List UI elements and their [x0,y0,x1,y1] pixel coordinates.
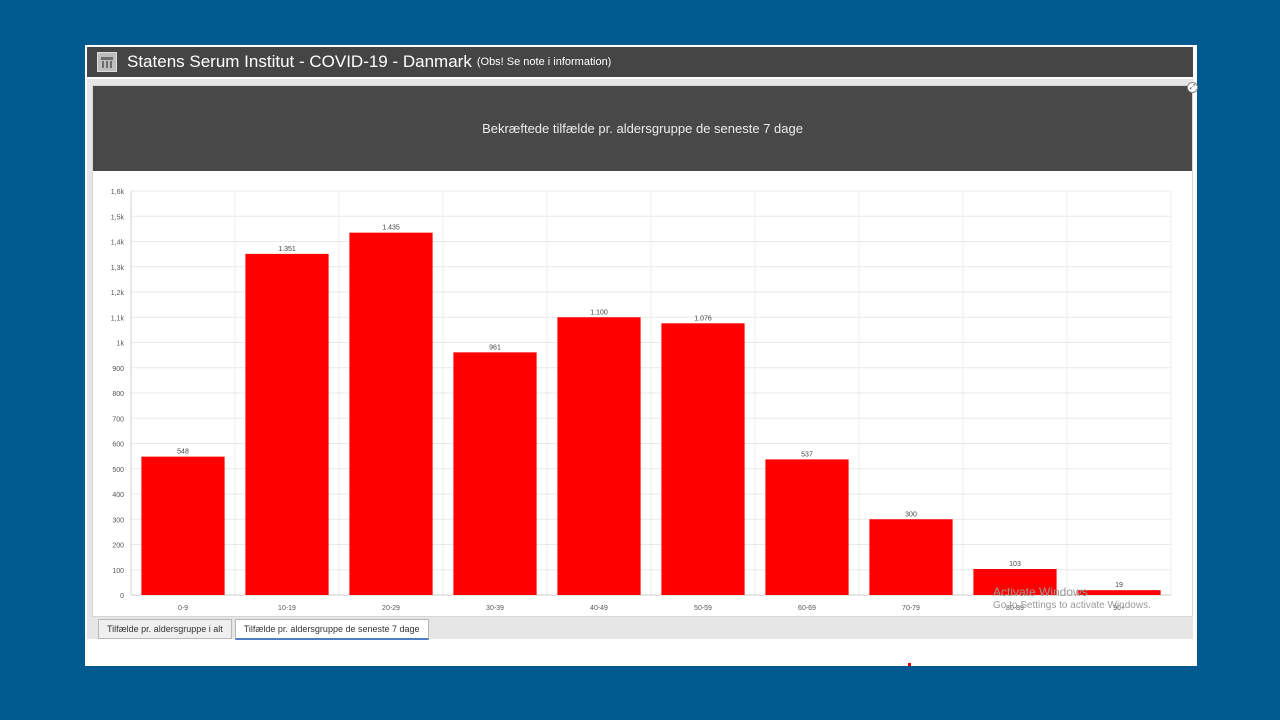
bar [661,323,745,595]
y-tick-label: 1,5k [111,214,125,221]
y-tick-label: 1,4k [111,240,125,247]
x-tick-label: 20-29 [382,605,400,612]
y-tick-label: 900 [112,366,124,373]
x-tick-label: 30-39 [486,605,504,612]
y-tick-label: 800 [112,391,124,398]
y-tick-label: 200 [112,543,124,550]
tab-last-7-days-by-age[interactable]: Tilfælde pr. aldersgruppe de seneste 7 d… [234,619,429,640]
bar-value-label: 1.076 [694,315,712,322]
bar [245,253,329,595]
app-title: Statens Serum Institut - COVID-19 - Danm… [127,52,472,71]
bar-value-label: 300 [905,511,917,518]
y-tick-label: 600 [112,442,124,449]
x-tick-label: 50-59 [694,605,712,612]
y-tick-label: 100 [112,568,124,575]
bar-value-label: 1.435 [382,225,400,232]
title-bar: Statens Serum Institut - COVID-19 - Danm… [87,47,1193,77]
x-tick-label: 90+ [1113,605,1125,612]
ssi-logo-icon [97,52,117,72]
bar [765,459,849,595]
y-tick-label: 400 [112,492,124,499]
bar [453,352,537,595]
bar-value-label: 548 [177,449,189,456]
bar [349,232,433,595]
tab-bar: Tilfælde pr. aldersgruppe i alt Tilfælde… [98,619,432,640]
x-tick-label: 0-9 [178,605,188,612]
app-title-note[interactable]: (Obs! Se note i information) [477,56,612,68]
y-tick-label: 1,1k [111,315,125,322]
bar-value-label: 1.100 [590,309,608,316]
x-tick-label: 80-89 [1006,605,1024,612]
y-tick-label: 500 [112,467,124,474]
bar [869,519,953,595]
y-tick-label: 0 [120,593,124,600]
bar-value-label: 103 [1009,561,1021,568]
x-tick-label: 10-19 [278,605,296,612]
y-tick-label: 300 [112,517,124,524]
chart-card: Bekræftede tilfælde pr. aldersgruppe de … [92,85,1193,617]
y-tick-label: 1,2k [111,290,125,297]
bar-value-label: 19 [1115,582,1123,589]
bar [1077,590,1161,595]
tab-total-by-age[interactable]: Tilfælde pr. aldersgruppe i alt [98,619,232,639]
y-tick-label: 700 [112,416,124,423]
bar [141,456,225,595]
bar-value-label: 961 [489,344,501,351]
bar-value-label: 1.351 [278,246,296,253]
bar [557,317,641,595]
x-tick-label: 40-49 [590,605,608,612]
x-tick-label: 60-69 [798,605,816,612]
bar-chart: 0 100 200 300 400 500 600 700 800 900 1k 1,1k 1,2k 1,… [111,189,1172,612]
app-window: Statens Serum Institut - COVID-19 - Danm… [85,45,1198,666]
y-tick-label: 1,6k [111,189,125,196]
bar-value-label: 537 [801,451,813,458]
expand-icon[interactable]: ⤢ [1187,82,1198,93]
cursor-dot [908,663,911,666]
y-tick-label: 1k [117,341,125,348]
x-tick-label: 70-79 [902,605,920,612]
y-tick-label: 1,3k [111,265,125,272]
bar [973,568,1057,595]
